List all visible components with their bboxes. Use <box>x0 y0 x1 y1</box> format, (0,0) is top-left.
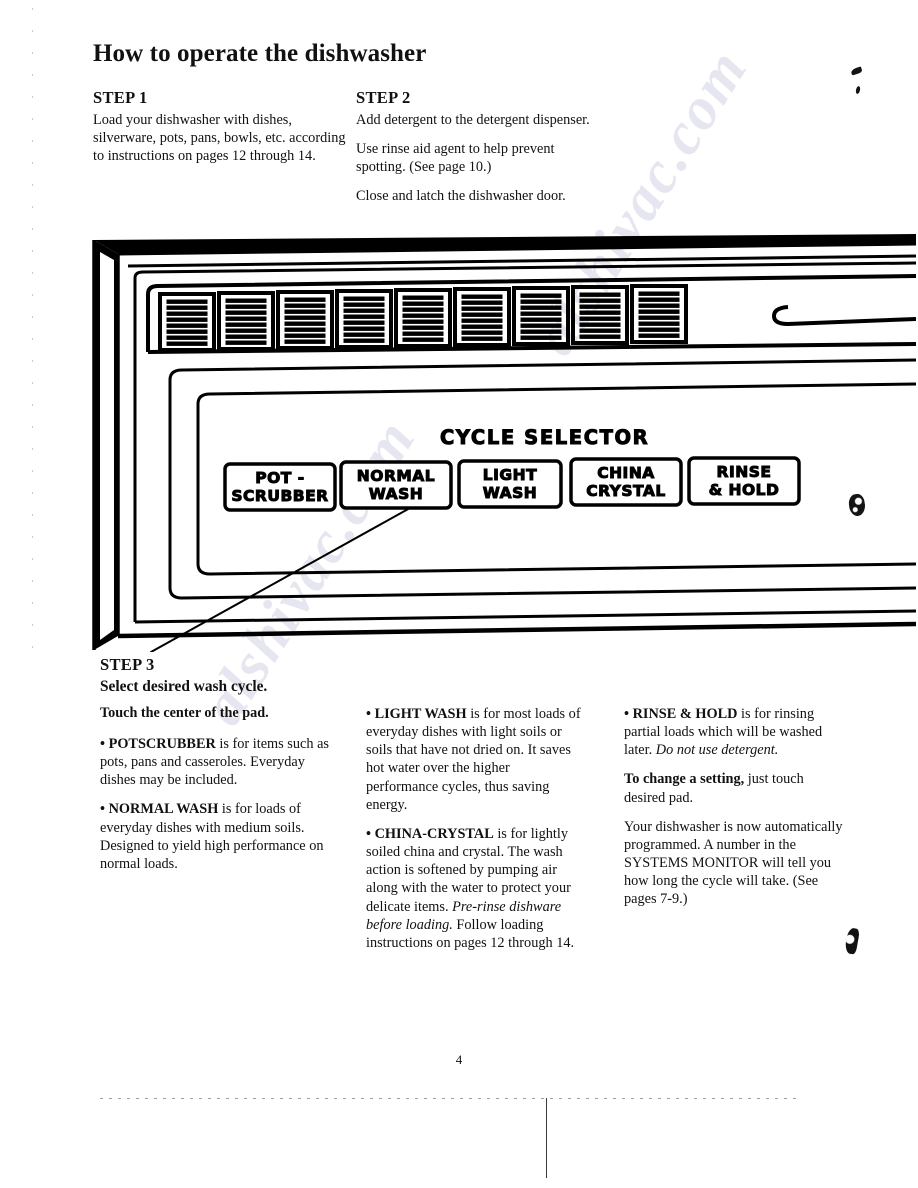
step-3-subheading: Select desired wash cycle. <box>100 678 268 695</box>
svg-text:WASH: WASH <box>483 484 538 502</box>
cycle-descriptions-right-column: • RINSE & HOLD is for rinsing partial lo… <box>624 705 848 909</box>
cycle-term-light-wash: • LIGHT WASH <box>366 706 467 722</box>
cycle-descriptions-middle-column: • LIGHT WASH is for most loads of everyd… <box>366 705 584 952</box>
change-setting-term: To change a setting, <box>624 771 745 788</box>
svg-text:LIGHT: LIGHT <box>483 466 537 484</box>
change-setting-note: To change a setting, just touch desired … <box>624 770 848 806</box>
page-title: How to operate the dishwasher <box>93 40 427 67</box>
svg-text:WASH: WASH <box>369 485 424 503</box>
step-2-paragraph: Close and latch the dishwasher door. <box>356 188 566 205</box>
scan-margin-artifact-left <box>32 8 33 648</box>
cycle-description-potscrubber: • POTSCRUBBER is for items such as pots,… <box>100 735 340 789</box>
scan-footer-artifact-line <box>100 1098 800 1099</box>
step-1-paragraph: Load your dishwasher with dishes, silver… <box>93 112 346 165</box>
svg-text:NORMAL: NORMAL <box>357 467 435 485</box>
cycle-term-normal-wash: • NORMAL WASH <box>100 801 219 818</box>
cycle-term-rinse-hold: • RINSE & HOLD <box>624 706 738 722</box>
cycle-description-normal-wash: • NORMAL WASH is for loads of everyday d… <box>100 800 340 873</box>
closing-paragraph: Your dishwasher is now automatically pro… <box>624 818 843 908</box>
step-3-instruction: Touch the center of the pad. <box>100 705 269 721</box>
svg-text:POT -: POT - <box>255 469 304 487</box>
scan-smudge-top-right <box>850 66 863 76</box>
cycle-term-potscrubber: • POTSCRUBBER <box>100 736 216 752</box>
cycle-description-china-crystal: • CHINA-CRYSTAL is for lightly soiled ch… <box>366 825 584 952</box>
step-2-paragraph: Use rinse aid agent to help prevent spot… <box>356 141 555 176</box>
svg-text:CYCLE SELECTOR: CYCLE SELECTOR <box>440 426 649 449</box>
step-1-block: STEP 1 Load your dishwasher with dishes,… <box>93 88 351 165</box>
step-3-heading: STEP 3 <box>100 655 155 674</box>
cycle-text: is for most loads of everyday dishes wit… <box>366 706 581 813</box>
svg-text:CRYSTAL: CRYSTAL <box>586 482 666 500</box>
cycle-term-china-crystal: • CHINA-CRYSTAL <box>366 825 494 842</box>
cycle-description-rinse-hold: • RINSE & HOLD is for rinsing partial lo… <box>624 705 848 759</box>
step-3-block: STEP 3 Select desired wash cycle. Touch … <box>100 655 340 873</box>
step-2-heading: STEP 2 <box>356 88 411 107</box>
svg-text:& HOLD: & HOLD <box>709 481 780 499</box>
scan-smudge-top-right-2 <box>855 85 861 95</box>
svg-text:CHINA: CHINA <box>597 464 655 482</box>
scan-footer-artifact-fold <box>546 1098 547 1178</box>
scan-smudge-bottom-right <box>843 927 861 955</box>
control-panel-illustration: CYCLE SELECTOR POT - SCRUBBER NORMAL WAS… <box>88 232 916 652</box>
step-1-heading: STEP 1 <box>93 88 148 107</box>
page-number: 4 <box>455 1052 463 1067</box>
svg-text:RINSE: RINSE <box>717 463 772 481</box>
step-2-block: STEP 2 Add detergent to the detergent di… <box>356 88 606 206</box>
cycle-description-light-wash: • LIGHT WASH is for most loads of everyd… <box>366 705 584 814</box>
svg-text:SCRUBBER: SCRUBBER <box>231 487 328 505</box>
step-2-paragraph: Add detergent to the detergent dispenser… <box>356 112 590 128</box>
cycle-text-emphasis: Do not use detergent. <box>655 742 779 759</box>
